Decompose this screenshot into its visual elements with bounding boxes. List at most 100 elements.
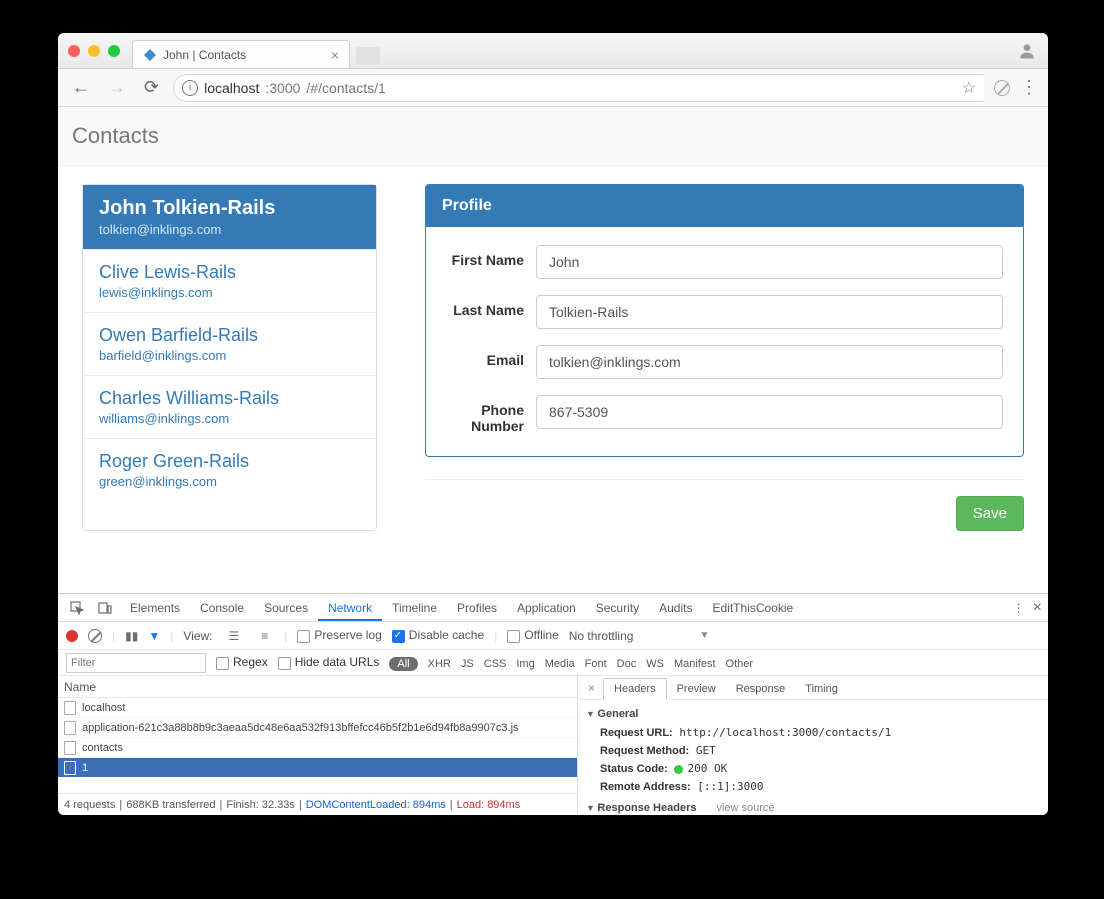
contact-item[interactable]: Charles Williams-Rails williams@inklings.…: [83, 376, 376, 439]
contact-email: barfield@inklings.com: [99, 348, 360, 363]
filter-type-js[interactable]: JS: [461, 658, 474, 670]
email-input[interactable]: [536, 345, 1003, 379]
waterfall-icon[interactable]: ≡: [255, 627, 274, 645]
save-button[interactable]: Save: [956, 496, 1024, 531]
capture-icon[interactable]: ▮▮: [125, 629, 138, 643]
device-icon[interactable]: [92, 599, 118, 617]
contact-email: green@inklings.com: [99, 474, 360, 489]
response-headers-section[interactable]: Response Headersview source: [586, 802, 1040, 814]
filter-type-media[interactable]: Media: [545, 658, 575, 670]
contact-item[interactable]: John Tolkien-Railstolkien@inklings.com: [83, 185, 376, 250]
contact-name: John Tolkien-Rails: [99, 197, 360, 220]
request-name: 1: [82, 762, 88, 774]
network-toolbar: | ▮▮ ▼ | View: ☰ ≡ | Preserve log Disabl…: [58, 622, 1048, 650]
inspect-icon[interactable]: [64, 599, 90, 617]
last-name-input[interactable]: [536, 295, 1003, 329]
bookmark-icon[interactable]: ☆: [962, 78, 976, 98]
network-filter-bar: Regex Hide data URLs All XHR JS CSS Img Media…: [58, 650, 1048, 676]
request-row[interactable]: 1: [58, 758, 577, 778]
devtools-more-icon[interactable]: ⋮: [1013, 601, 1025, 615]
filter-type-xhr[interactable]: XHR: [428, 658, 451, 670]
phone-label: Phone Number: [446, 395, 536, 434]
stop-icon[interactable]: [994, 80, 1010, 96]
browser-tab[interactable]: John | Contacts ×: [132, 40, 350, 68]
contact-name: Owen Barfield-Rails: [99, 325, 360, 346]
document-icon: [64, 761, 76, 775]
devtools-tab-audits[interactable]: Audits: [649, 595, 702, 621]
request-row[interactable]: localhost: [58, 698, 577, 718]
close-window-icon[interactable]: [68, 45, 80, 57]
record-icon[interactable]: [66, 630, 78, 642]
filter-icon[interactable]: ▼: [148, 629, 160, 643]
filter-type-manifest[interactable]: Manifest: [674, 658, 716, 670]
page-content: Contacts John Tolkien-Railstolkien@inkli…: [58, 107, 1048, 593]
divider: [425, 479, 1024, 480]
favicon-icon: [143, 48, 157, 62]
contact-item[interactable]: Clive Lewis-Rails lewis@inklings.com: [83, 250, 376, 313]
maximize-window-icon[interactable]: [108, 45, 120, 57]
name-column-header[interactable]: Name: [58, 676, 577, 698]
new-tab-button[interactable]: [356, 47, 380, 65]
filter-type-ws[interactable]: WS: [646, 658, 664, 670]
filter-input[interactable]: [66, 653, 206, 673]
contact-item[interactable]: Owen Barfield-Rails barfield@inklings.com: [83, 313, 376, 376]
detail-tab-response[interactable]: Response: [726, 679, 796, 699]
browser-menu-icon[interactable]: ⋮: [1020, 77, 1038, 98]
general-section[interactable]: General: [586, 708, 1040, 720]
back-button[interactable]: ←: [68, 75, 94, 100]
contact-name: Charles Williams-Rails: [99, 388, 360, 409]
address-bar[interactable]: i localhost:3000/#/contacts/1 ☆: [173, 74, 984, 102]
devtools-close-icon[interactable]: ×: [1033, 599, 1042, 617]
close-tab-icon[interactable]: ×: [331, 47, 339, 63]
devtools-tab-editthiscookie[interactable]: EditThisCookie: [702, 595, 803, 621]
detail-tab-preview[interactable]: Preview: [667, 679, 726, 699]
regex-checkbox[interactable]: Regex: [216, 655, 268, 669]
traffic-lights: [68, 45, 120, 57]
request-name: application-621c3a88b8b9c3aeaa5dc48e6aa5…: [82, 722, 519, 734]
request-name: contacts: [82, 742, 123, 754]
filter-type-css[interactable]: CSS: [484, 658, 507, 670]
devtools-tab-security[interactable]: Security: [586, 595, 649, 621]
clear-icon[interactable]: [88, 629, 102, 643]
profile-panel: Profile First Name Last Name Email: [425, 184, 1024, 457]
request-row[interactable]: contacts: [58, 738, 577, 758]
large-rows-icon[interactable]: ☰: [223, 627, 246, 645]
devtools-tab-console[interactable]: Console: [190, 595, 254, 621]
devtools-tab-application[interactable]: Application: [507, 595, 586, 621]
minimize-window-icon[interactable]: [88, 45, 100, 57]
first-name-label: First Name: [446, 245, 536, 268]
devtools-tab-network[interactable]: Network: [318, 595, 382, 621]
contact-email: lewis@inklings.com: [99, 285, 360, 300]
forward-button[interactable]: →: [104, 75, 130, 100]
detail-tab-headers[interactable]: Headers: [603, 678, 667, 700]
contact-email: williams@inklings.com: [99, 411, 360, 426]
devtools-tab-elements[interactable]: Elements: [120, 595, 190, 621]
disable-cache-checkbox[interactable]: Disable cache: [392, 628, 484, 642]
site-info-icon[interactable]: i: [182, 80, 198, 96]
view-source-link[interactable]: view source: [716, 802, 774, 814]
devtools-tab-sources[interactable]: Sources: [254, 595, 318, 621]
contact-name: Roger Green-Rails: [99, 451, 360, 472]
filter-type-all[interactable]: All: [389, 657, 417, 671]
offline-checkbox[interactable]: Offline: [507, 628, 558, 642]
first-name-input[interactable]: [536, 245, 1003, 279]
filter-type-font[interactable]: Font: [585, 658, 607, 670]
network-status-bar: 4 requests | 688KB transferred | Finish:…: [58, 793, 577, 815]
devtools-tab-timeline[interactable]: Timeline: [382, 595, 447, 621]
hide-data-urls-checkbox[interactable]: Hide data URLs: [278, 655, 380, 669]
filter-type-other[interactable]: Other: [726, 658, 754, 670]
throttling-select[interactable]: No throttling▼: [569, 629, 710, 643]
filter-type-img[interactable]: Img: [516, 658, 534, 670]
filter-type-doc[interactable]: Doc: [617, 658, 637, 670]
url-host: localhost: [204, 80, 259, 96]
close-detail-icon[interactable]: ×: [582, 681, 601, 695]
contact-name: Clive Lewis-Rails: [99, 262, 360, 283]
request-row[interactable]: application-621c3a88b8b9c3aeaa5dc48e6aa5…: [58, 718, 577, 738]
detail-tab-timing[interactable]: Timing: [795, 679, 848, 699]
reload-button[interactable]: ⟳: [140, 75, 163, 100]
contact-item[interactable]: Roger Green-Rails green@inklings.com: [83, 439, 376, 501]
account-icon[interactable]: [1016, 40, 1038, 62]
preserve-log-checkbox[interactable]: Preserve log: [297, 628, 381, 642]
phone-input[interactable]: [536, 395, 1003, 429]
devtools-tab-profiles[interactable]: Profiles: [447, 595, 507, 621]
